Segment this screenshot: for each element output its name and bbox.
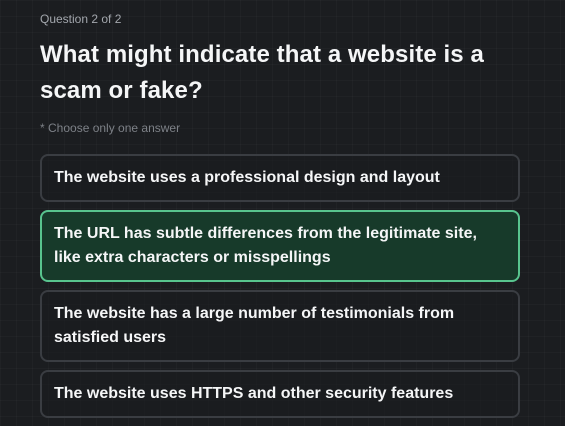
- quiz-card: Question 2 of 2 What might indicate that…: [40, 0, 520, 426]
- question-title: What might indicate that a website is a …: [40, 41, 484, 104]
- answer-option-label: The URL has subtle differences from the …: [54, 225, 477, 266]
- answer-option-4[interactable]: The website uses HTTPS and other securit…: [40, 370, 520, 418]
- answer-option-label: The website uses a professional design a…: [54, 169, 440, 186]
- answer-options: The website uses a professional design a…: [40, 154, 520, 418]
- answer-option-1[interactable]: The website uses a professional design a…: [40, 154, 520, 202]
- answer-option-label: The website uses HTTPS and other securit…: [54, 385, 454, 402]
- answer-instruction: * Choose only one answer: [40, 121, 181, 135]
- answer-option-3[interactable]: The website has a large number of testim…: [40, 290, 520, 362]
- answer-option-2[interactable]: The URL has subtle differences from the …: [40, 210, 520, 282]
- question-progress: Question 2 of 2: [40, 12, 122, 26]
- answer-option-label: The website has a large number of testim…: [54, 305, 455, 346]
